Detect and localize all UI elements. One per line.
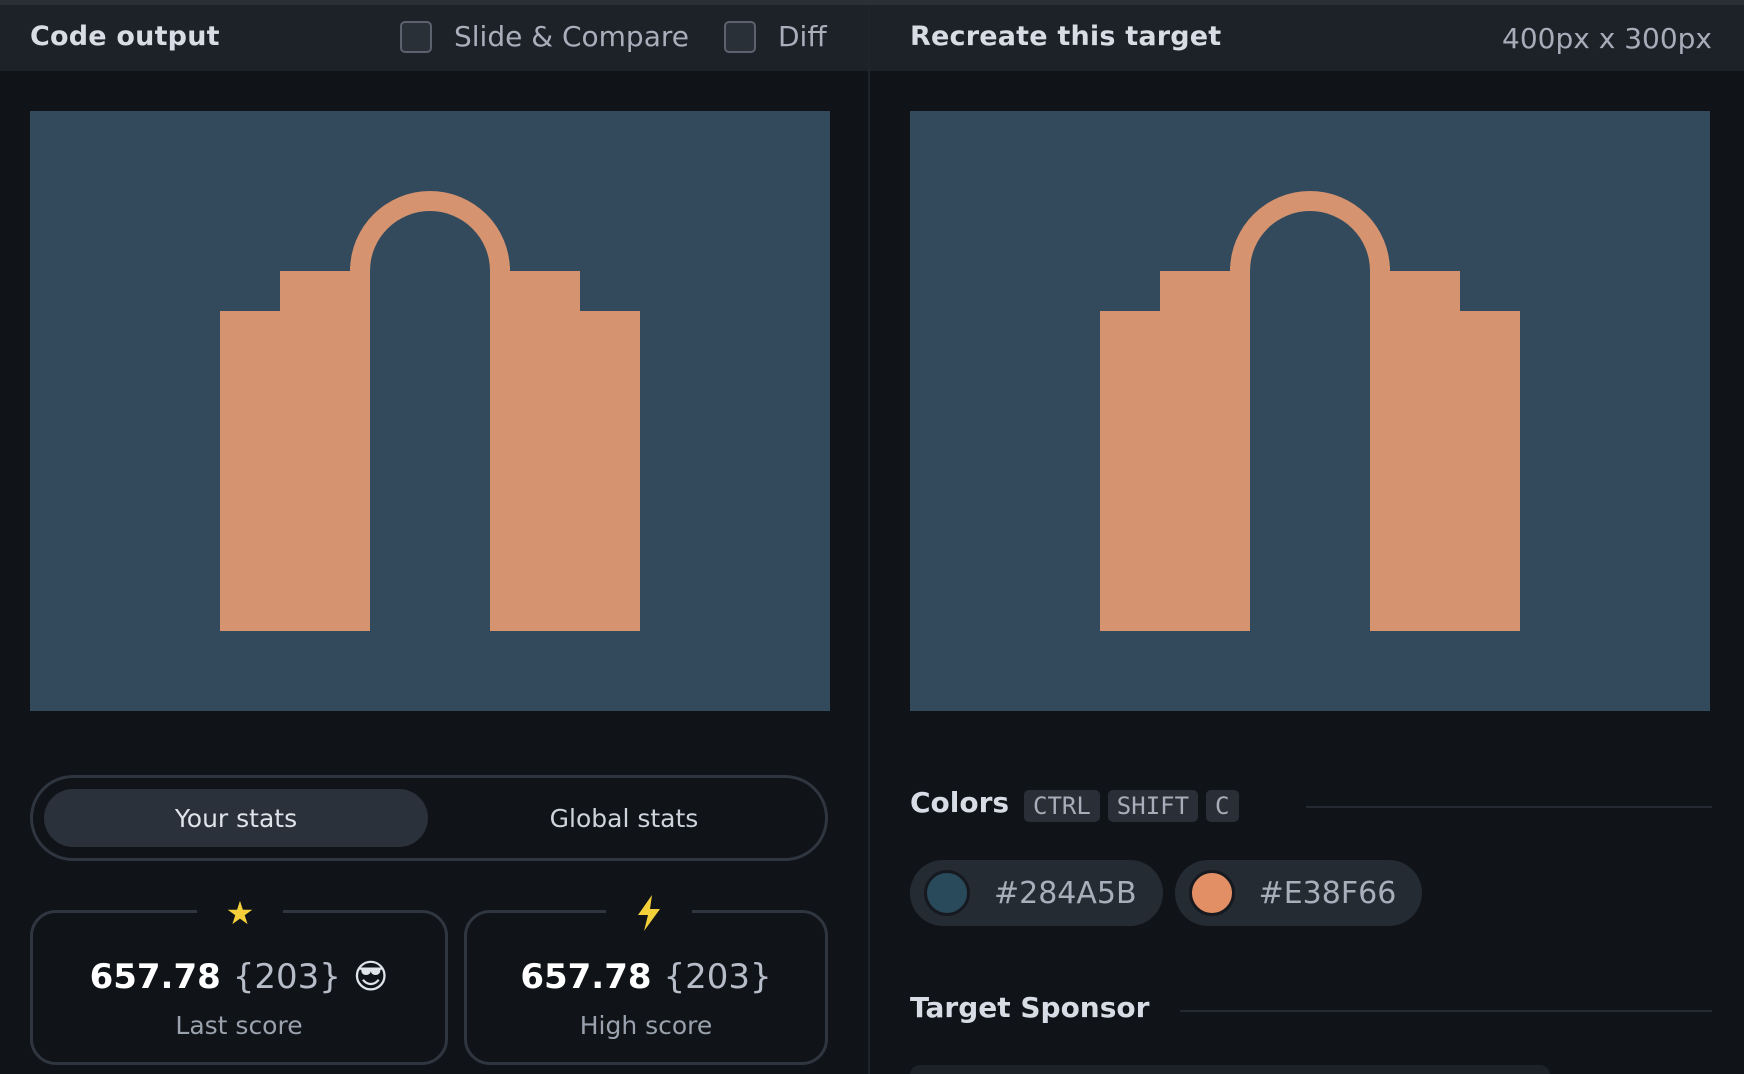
colors-shortcut-keys: CTRL SHIFT C [1024, 790, 1239, 822]
high-score-value: 657.78 [520, 957, 652, 997]
key-ctrl: CTRL [1024, 790, 1100, 822]
diff-toggle[interactable]: Diff [724, 20, 827, 53]
left-pillar [220, 311, 370, 631]
right-step-block [1370, 271, 1460, 311]
right-pillar [1370, 311, 1520, 631]
left-step-block [280, 271, 370, 311]
tab-global-stats[interactable]: Global stats [432, 789, 816, 847]
color-swatch[interactable]: #284A5B [910, 860, 1163, 926]
arch-shape [1230, 191, 1390, 271]
high-score-line: 657.78 {203} [467, 957, 825, 997]
left-step-block [1160, 271, 1250, 311]
key-shift: SHIFT [1107, 790, 1199, 822]
arch-shape [350, 191, 510, 271]
key-c: C [1206, 790, 1239, 822]
arch-right-leg [1370, 266, 1390, 276]
code-output-pane: Code output Slide & Compare Diff Your st… [0, 5, 868, 1074]
swatch-dot [1188, 870, 1235, 916]
tab-your-stats[interactable]: Your stats [44, 789, 428, 847]
left-pillar [1100, 311, 1250, 631]
last-score-count: {203} [232, 957, 341, 997]
stats-tab-switcher: Your stats Global stats [30, 775, 828, 861]
slide-compare-label[interactable]: Slide & Compare [454, 20, 689, 53]
target-dimensions: 400px x 300px [1502, 22, 1712, 55]
sunglasses-emoji-icon: 😎 [352, 957, 389, 997]
color-swatches: #284A5B #E38F66 [910, 860, 1423, 926]
target-canvas [910, 111, 1710, 711]
last-score-card: ★ 657.78 {203} 😎 Last score [30, 893, 448, 1065]
arch-right-leg [490, 266, 510, 276]
last-score-label: Last score [175, 1011, 303, 1040]
star-icon: ★ [197, 893, 283, 933]
target-header: Recreate this target 400px x 300px [870, 5, 1744, 71]
target-sponsor-title: Target Sponsor [910, 991, 1150, 1024]
lightning-icon [606, 893, 692, 933]
swatch-hex: #E38F66 [1258, 875, 1397, 911]
target-title: Recreate this target [910, 21, 1222, 52]
right-pillar [490, 311, 640, 631]
swatch-dot [924, 870, 970, 916]
sponsor-divider [1180, 1010, 1712, 1012]
slide-compare-checkbox[interactable] [400, 20, 432, 53]
diff-label[interactable]: Diff [778, 20, 827, 53]
last-score-line: 657.78 {203} 😎 [33, 957, 445, 997]
diff-checkbox[interactable] [724, 20, 756, 53]
high-score-count: {203} [663, 957, 772, 997]
high-score-card: 657.78 {203} High score [464, 893, 828, 1065]
high-score-label: High score [579, 1011, 713, 1040]
slide-compare-toggle[interactable]: Slide & Compare [400, 20, 689, 53]
code-output-canvas[interactable] [30, 111, 830, 711]
sponsor-box[interactable] [910, 1065, 1550, 1074]
code-output-title: Code output [30, 21, 220, 52]
color-swatch[interactable]: #E38F66 [1174, 860, 1423, 926]
swatch-hex: #284A5B [994, 875, 1137, 911]
code-output-header: Code output Slide & Compare Diff [0, 5, 868, 71]
colors-section-title: Colors [910, 786, 1010, 819]
arch-left-leg [350, 266, 370, 276]
right-step-block [490, 271, 580, 311]
last-score-value: 657.78 [89, 957, 221, 997]
target-pane: Recreate this target 400px x 300px Color… [870, 5, 1744, 1074]
colors-divider [1306, 806, 1712, 808]
arch-left-leg [1230, 266, 1250, 276]
